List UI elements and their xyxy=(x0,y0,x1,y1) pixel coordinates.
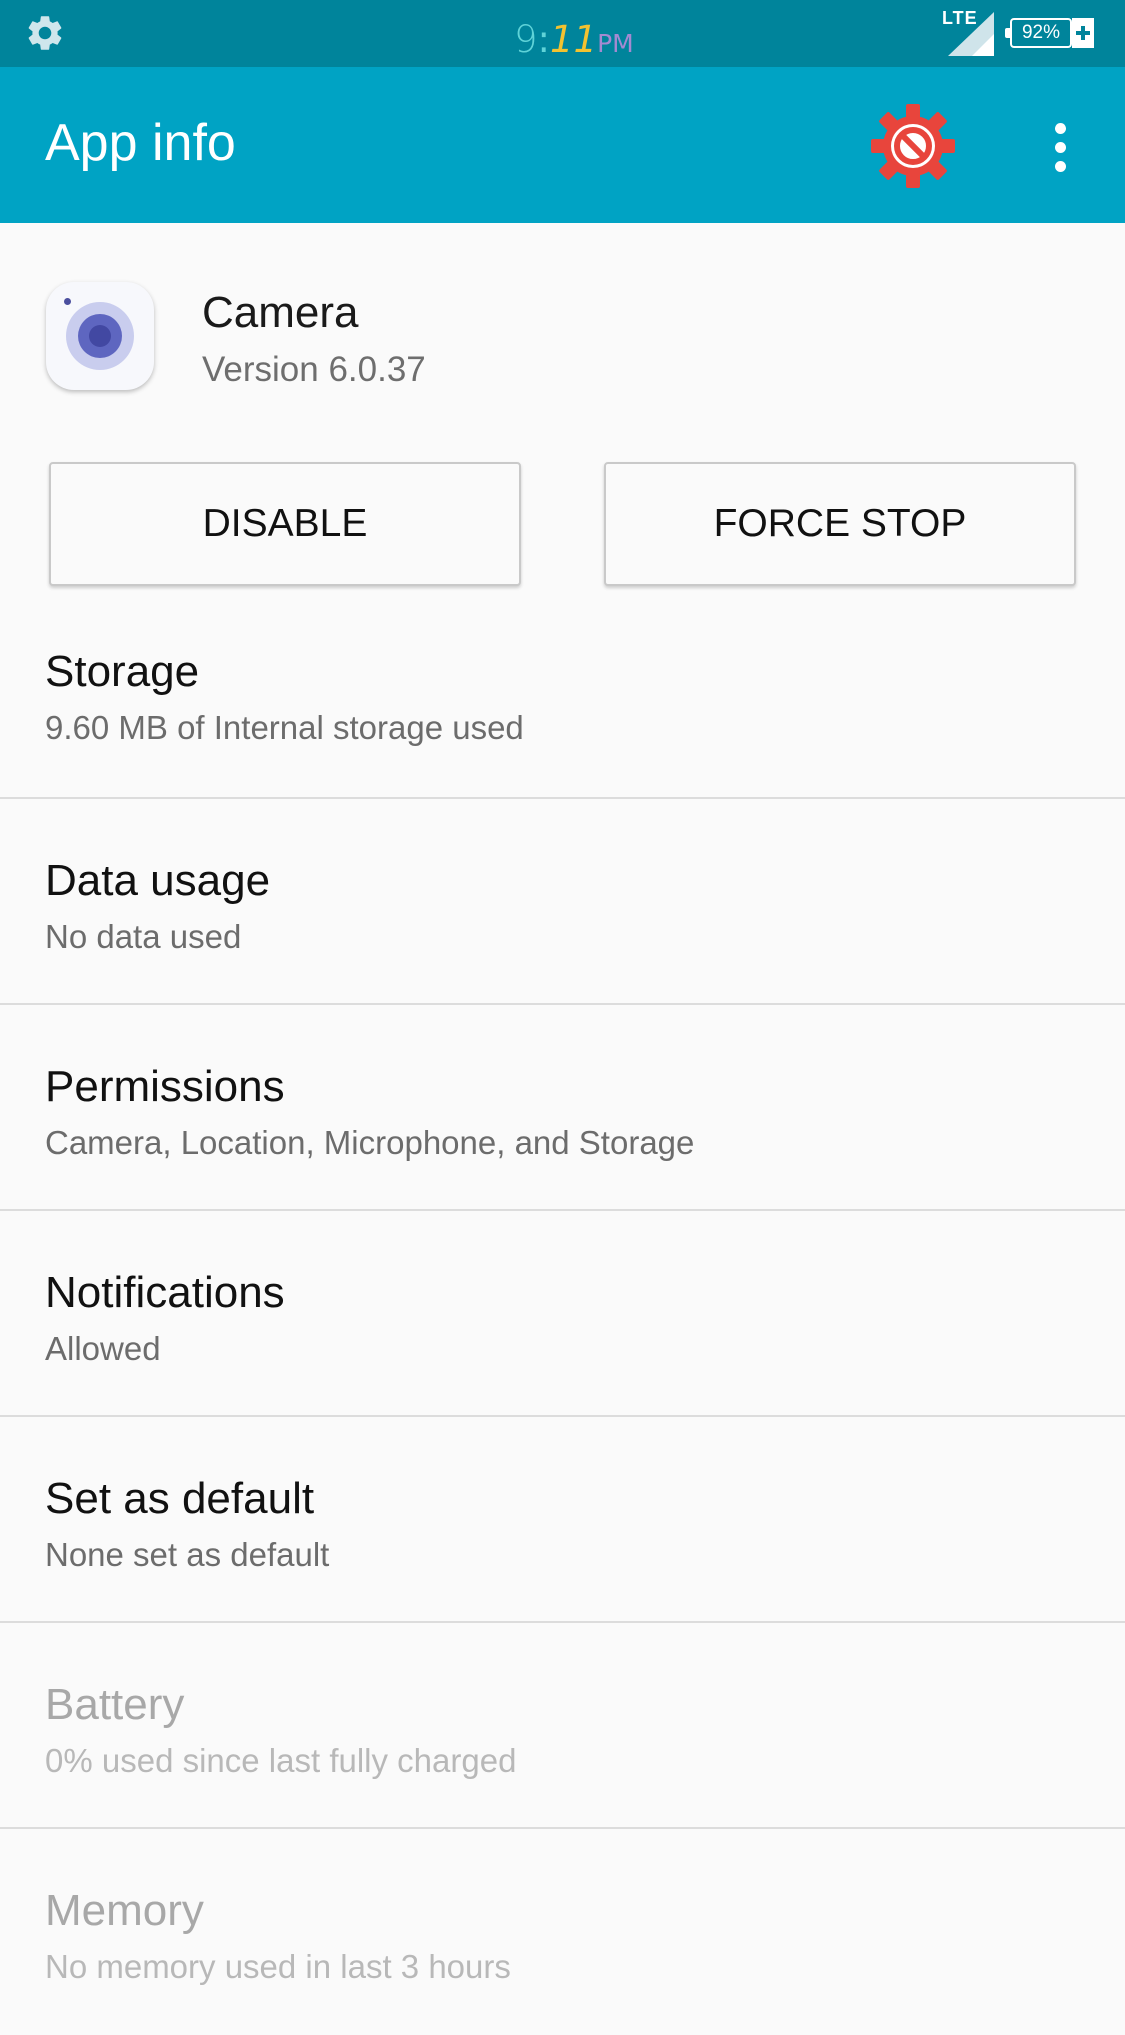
camera-app-icon xyxy=(46,282,154,390)
battery-indicator: 92% xyxy=(1005,18,1072,48)
item-title: Permissions xyxy=(45,1062,285,1111)
more-vert-icon[interactable] xyxy=(1034,117,1084,177)
clock-minute: 11 xyxy=(550,18,598,61)
list-item-notifications[interactable]: Notifications Allowed xyxy=(0,1211,1125,1417)
item-title: Data usage xyxy=(45,856,271,905)
item-title: Notifications xyxy=(45,1268,285,1317)
item-subtitle: 0% used since last fully charged xyxy=(45,1742,517,1779)
item-subtitle: None set as default xyxy=(45,1536,330,1573)
item-subtitle: No memory used in last 3 hours xyxy=(45,1948,511,1985)
list-item-permissions[interactable]: Permissions Camera, Location, Microphone… xyxy=(0,1005,1125,1211)
item-subtitle: Allowed xyxy=(45,1330,161,1367)
page-title: App info xyxy=(45,114,236,172)
clock: 9:11PM xyxy=(514,20,634,64)
clock-separator: : xyxy=(537,18,551,61)
list-item-storage[interactable]: Storage 9.60 MB of Internal storage used xyxy=(0,617,1125,799)
app-bar: App info xyxy=(0,67,1125,223)
status-bar: 9:11PM LTE 92% xyxy=(0,0,1125,67)
list-item-data-usage[interactable]: Data usage No data used xyxy=(0,799,1125,1005)
item-subtitle: Camera, Location, Microphone, and Storag… xyxy=(45,1124,695,1161)
charging-plus-icon xyxy=(1072,18,1094,48)
list-item-set-as-default[interactable]: Set as default None set as default xyxy=(0,1417,1125,1623)
clock-hour: 9 xyxy=(514,18,538,61)
app-name: Camera xyxy=(202,288,359,337)
list-item-memory: Memory No memory used in last 3 hours xyxy=(0,1829,1125,2035)
signal-icon xyxy=(948,12,994,56)
item-title: Battery xyxy=(45,1680,185,1729)
clock-ampm: PM xyxy=(597,29,634,58)
item-title: Set as default xyxy=(45,1474,315,1523)
item-subtitle: No data used xyxy=(45,918,242,955)
force-stop-button[interactable]: FORCE STOP xyxy=(604,462,1076,586)
app-info-list: Storage 9.60 MB of Internal storage used… xyxy=(0,617,1125,2035)
disable-button[interactable]: DISABLE xyxy=(49,462,521,586)
item-subtitle: 9.60 MB of Internal storage used xyxy=(45,709,524,746)
list-item-battery: Battery 0% used since last fully charged xyxy=(0,1623,1125,1829)
item-title: Storage xyxy=(45,647,200,696)
gear-icon[interactable] xyxy=(24,12,66,54)
settings-blocked-icon[interactable] xyxy=(868,101,958,191)
item-title: Memory xyxy=(45,1886,204,1935)
app-version: Version 6.0.37 xyxy=(202,350,426,389)
